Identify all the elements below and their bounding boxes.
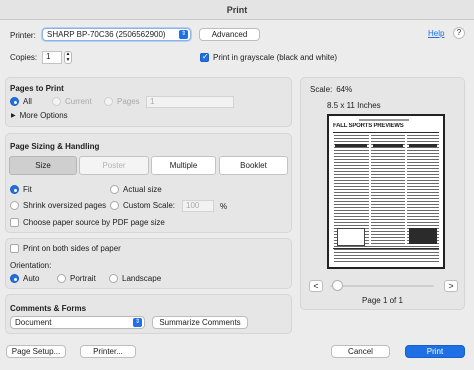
custom-scale-radio[interactable] [110,201,119,210]
pages-radio[interactable] [104,97,113,106]
preview-rule [333,132,439,133]
shrink-label: Shrink oversized pages [23,201,107,210]
auto-label: Auto [23,274,40,283]
page-info: Page 1 of 1 [362,296,403,305]
fit-option[interactable]: Fit [10,185,32,194]
preview-subhead [335,144,367,147]
preview-rule [333,248,439,249]
paper-source-option[interactable]: Choose paper source by PDF page size [10,218,165,227]
both-sides-checkbox[interactable] [10,244,19,253]
chevron-updown-icon: ⇕ [133,318,142,327]
preview-gutter [333,135,334,263]
orientation-title: Orientation: [10,261,52,270]
paper-source-checkbox[interactable] [10,218,19,227]
chevron-updown-icon: ⇕ [179,30,188,39]
preview-ad-image [409,228,437,244]
all-radio[interactable] [10,97,19,106]
actual-size-radio[interactable] [110,185,119,194]
actual-size-label: Actual size [123,185,162,194]
both-sides-label: Print on both sides of paper [23,244,121,253]
page-slider-knob[interactable] [332,280,343,291]
orientation-landscape-option[interactable]: Landscape [109,274,161,283]
page-preview: FALL SPORTS PREVIEWS [327,114,445,269]
pages-all-option[interactable]: All [10,97,32,106]
paper-source-label: Choose paper source by PDF page size [23,218,165,227]
summarize-comments-button[interactable]: Summarize Comments [152,316,248,329]
landscape-radio[interactable] [109,274,118,283]
scale-label: Scale: [310,85,333,94]
copies-stepper[interactable]: ▲ ▼ [64,51,72,64]
tab-poster[interactable]: Poster [79,156,149,175]
grayscale-option[interactable]: Print in grayscale (black and white) [200,52,338,62]
tab-multiple[interactable]: Multiple [151,156,216,175]
pages-label: Pages [117,97,140,106]
disclosure-triangle-icon: ▶ [11,113,16,119]
custom-scale-option[interactable]: Custom Scale: [110,201,175,210]
custom-scale-label: Custom Scale: [123,201,176,210]
preview-subhead [373,144,403,147]
preview-headline: FALL SPORTS PREVIEWS [333,123,404,129]
preview-ad-box [337,228,365,246]
landscape-label: Landscape [122,274,162,283]
portrait-label: Portrait [70,274,96,283]
scale-readout: Scale: 64% [310,85,352,94]
current-radio[interactable] [52,97,61,106]
pages-range-option[interactable]: Pages [104,97,140,106]
actual-size-option[interactable]: Actual size [110,185,162,194]
orientation-portrait-option[interactable]: Portrait [57,274,96,283]
scale-value: 64% [336,85,353,94]
percent-label: % [220,202,228,211]
comments-title: Comments & Forms [10,304,87,313]
all-label: All [23,97,32,106]
copies-field[interactable]: 1 [42,51,62,64]
grayscale-label: Print in grayscale (black and white) [213,53,338,62]
pages-range-field[interactable]: 1 [146,96,234,108]
auto-radio[interactable] [10,274,19,283]
current-label: Current [65,97,92,106]
preview-gutter [369,135,371,245]
preview-subhead [409,144,437,147]
shrink-radio[interactable] [10,201,19,210]
print-button[interactable]: Print [405,345,465,358]
next-page-button[interactable]: > [444,280,458,292]
cancel-button[interactable]: Cancel [331,345,390,358]
window-title: Print [0,0,474,20]
help-icon[interactable]: ? [453,27,465,39]
more-options-toggle[interactable]: ▶ More Options [11,111,68,120]
tab-booklet[interactable]: Booklet [219,156,288,175]
portrait-radio[interactable] [57,274,66,283]
printer-button[interactable]: Printer... [80,345,136,358]
comments-select-value: Document [15,318,52,327]
paper-size-label: 8.5 x 11 Inches [327,101,381,110]
printer-label: Printer: [10,31,36,40]
both-sides-option[interactable]: Print on both sides of paper [10,244,121,253]
preview-masthead-line [359,119,409,121]
more-options-label: More Options [19,111,68,120]
printer-select-value: SHARP BP-70C36 (2506562900) [47,30,166,39]
advanced-button[interactable]: Advanced [199,28,260,41]
page-slider-track[interactable] [330,285,434,287]
tab-size[interactable]: Size [9,156,77,175]
grayscale-checkbox[interactable] [200,52,209,62]
preview-gutter [405,135,407,245]
help-link[interactable]: Help [428,29,444,38]
fit-radio[interactable] [10,185,19,194]
shrink-option[interactable]: Shrink oversized pages [10,201,106,210]
pages-title: Pages to Print [10,84,64,93]
orientation-auto-option[interactable]: Auto [10,274,39,283]
printer-select[interactable]: SHARP BP-70C36 (2506562900) ⇕ [42,28,191,41]
sizing-title: Page Sizing & Handling [10,142,100,151]
previous-page-button[interactable]: < [309,280,323,292]
copies-label: Copies: [10,53,38,62]
page-setup-button[interactable]: Page Setup... [6,345,66,358]
custom-scale-field[interactable]: 100 [182,200,214,212]
comments-select[interactable]: Document ⇕ [10,316,145,329]
fit-label: Fit [23,185,32,194]
pages-current-option[interactable]: Current [52,97,92,106]
